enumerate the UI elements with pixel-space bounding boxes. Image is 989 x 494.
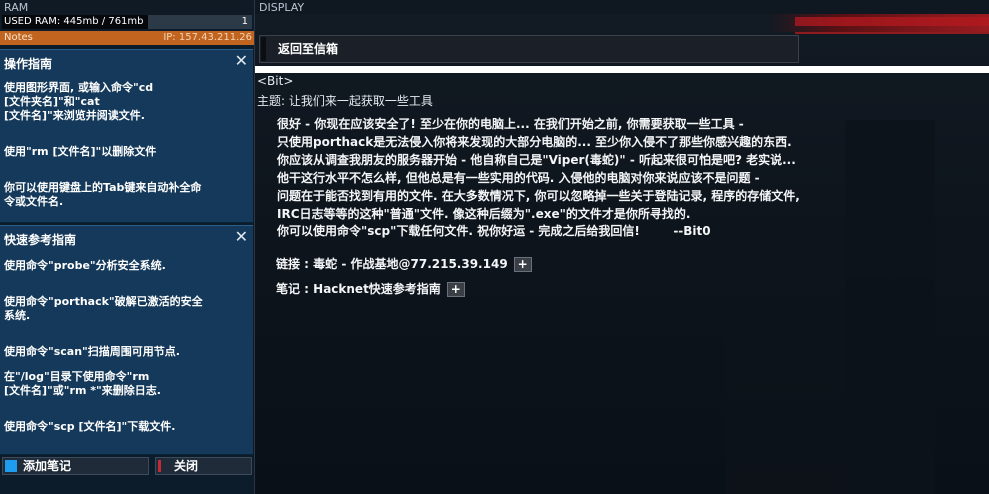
note-quick-reference: 快速参考指南 ✕ 使用命令"probe"分析安全系统. 使用命令"porthac… xyxy=(0,225,253,455)
display-panel: DISPLAY 返回至信箱 <Bit> 主题: 让我们来一起获取一些工具 很好 … xyxy=(255,0,989,494)
back-to-inbox-button[interactable]: 返回至信箱 xyxy=(259,35,799,63)
add-note-square-icon xyxy=(5,460,17,472)
add-note-button[interactable]: 添加笔记 xyxy=(2,457,149,475)
note-paragraph: 使用命令"scp [文件名]"下载文件. xyxy=(4,420,176,433)
note-paragraph: 使用图形界面, 或输入命令"cd [文件夹名]"和"cat [文件名]"来浏览并… xyxy=(4,81,154,122)
background-shape xyxy=(725,330,845,494)
mail-subject: 主题: 让我们来一起获取一些工具 xyxy=(257,94,433,108)
attachment-link-viper: 链接 : 毒蛇 - 作战基地@77.215.39.149 + xyxy=(276,256,532,272)
mail-body-line: IRC日志等等的这种"普通"文件. 像这种后缀为".exe"的文件才是你所寻找的… xyxy=(277,206,691,221)
ip-address-label: IP: 157.43.211.26 xyxy=(163,32,252,43)
note-paragraph: 使用命令"porthack"破解已激活的安全 系统. xyxy=(4,295,203,322)
header-accent-stripe xyxy=(795,17,989,26)
notes-process-label: Notes xyxy=(4,32,33,43)
button-marker xyxy=(261,37,266,61)
ram-usage-bar: USED RAM: 445mb / 761mb 1 xyxy=(2,15,252,29)
add-note-label: 添加笔记 xyxy=(23,459,72,473)
mail-body-line: 他干这行水平不怎么样, 但他总是有一些实用的代码. 入侵他的电脑对你来说应该不是… xyxy=(277,170,760,185)
ram-process-count: 1 xyxy=(241,16,248,27)
mail-body-line: 问题在于能否找到有用的文件. 在大多数情况下, 你可以忽略掉一些关于登陆记录, … xyxy=(277,188,800,203)
attachment-label: 笔记 : Hacknet快速参考指南 xyxy=(276,282,441,296)
note-paragraph: 使用命令"probe"分析安全系统. xyxy=(4,259,166,272)
mail-divider xyxy=(255,66,989,73)
note-paragraph: 使用命令"scan"扫描周围可用节点. xyxy=(4,345,180,358)
attachment-note-guide: 笔记 : Hacknet快速参考指南 + xyxy=(276,281,465,297)
header-accent-line xyxy=(795,32,989,34)
note-title: 快速参考指南 xyxy=(4,233,77,247)
mail-sender: <Bit> xyxy=(257,74,294,88)
close-note-icon[interactable]: ✕ xyxy=(235,51,248,70)
left-panel: RAM USED RAM: 445mb / 761mb 1 Notes IP: … xyxy=(0,0,255,494)
close-button[interactable]: 关闭 xyxy=(155,457,252,475)
close-label: 关闭 xyxy=(174,459,199,473)
note-paragraph: 在"/log"目录下使用命令"rm [文件名]"或"rm *"来删除日志. xyxy=(4,370,161,397)
back-to-inbox-label: 返回至信箱 xyxy=(278,42,339,56)
mail-body-line: 你应该从调查我朋友的服务器开始 - 他自称自己是"Viper(毒蛇)" - 听起… xyxy=(277,152,796,167)
close-bar-icon xyxy=(158,460,161,472)
ram-section-header: RAM xyxy=(0,0,254,15)
display-section-header: DISPLAY xyxy=(255,0,989,15)
attachment-label: 链接 : 毒蛇 - 作战基地@77.215.39.149 xyxy=(276,257,508,271)
note-actions: 添加笔记 关闭 xyxy=(0,457,254,477)
mail-body-line: 很好 - 你现在应该安全了! 至少在你的电脑上... 在我们开始之前, 你需要获… xyxy=(277,117,744,131)
notes-process-bar[interactable]: Notes IP: 157.43.211.26 xyxy=(0,31,254,45)
note-operation-guide: 操作指南 ✕ 使用图形界面, 或输入命令"cd [文件夹名]"和"cat [文件… xyxy=(0,49,253,223)
note-paragraph: 使用"rm [文件名]"以删除文件 xyxy=(4,145,157,158)
mail-body: 很好 - 你现在应该安全了! 至少在你的电脑上... 在我们开始之前, 你需要获… xyxy=(277,116,977,241)
mail-body-line: 只使用porthack是无法侵入你将来发现的大部分电脑的... 至少你入侵不了那… xyxy=(277,134,792,149)
ram-usage-label: USED RAM: 445mb / 761mb xyxy=(4,16,144,27)
add-attachment-button[interactable]: + xyxy=(513,257,532,272)
mail-body-line: 你可以使用命令"scp"下载任何文件. 祝你好运 - 完成之后给我回信! --B… xyxy=(277,224,711,239)
note-title: 操作指南 xyxy=(4,57,53,71)
note-paragraph: 你可以使用键盘上的Tab键来自动补全命 令或文件名. xyxy=(4,181,202,208)
add-attachment-button[interactable]: + xyxy=(446,282,465,297)
close-note-icon[interactable]: ✕ xyxy=(235,227,248,246)
